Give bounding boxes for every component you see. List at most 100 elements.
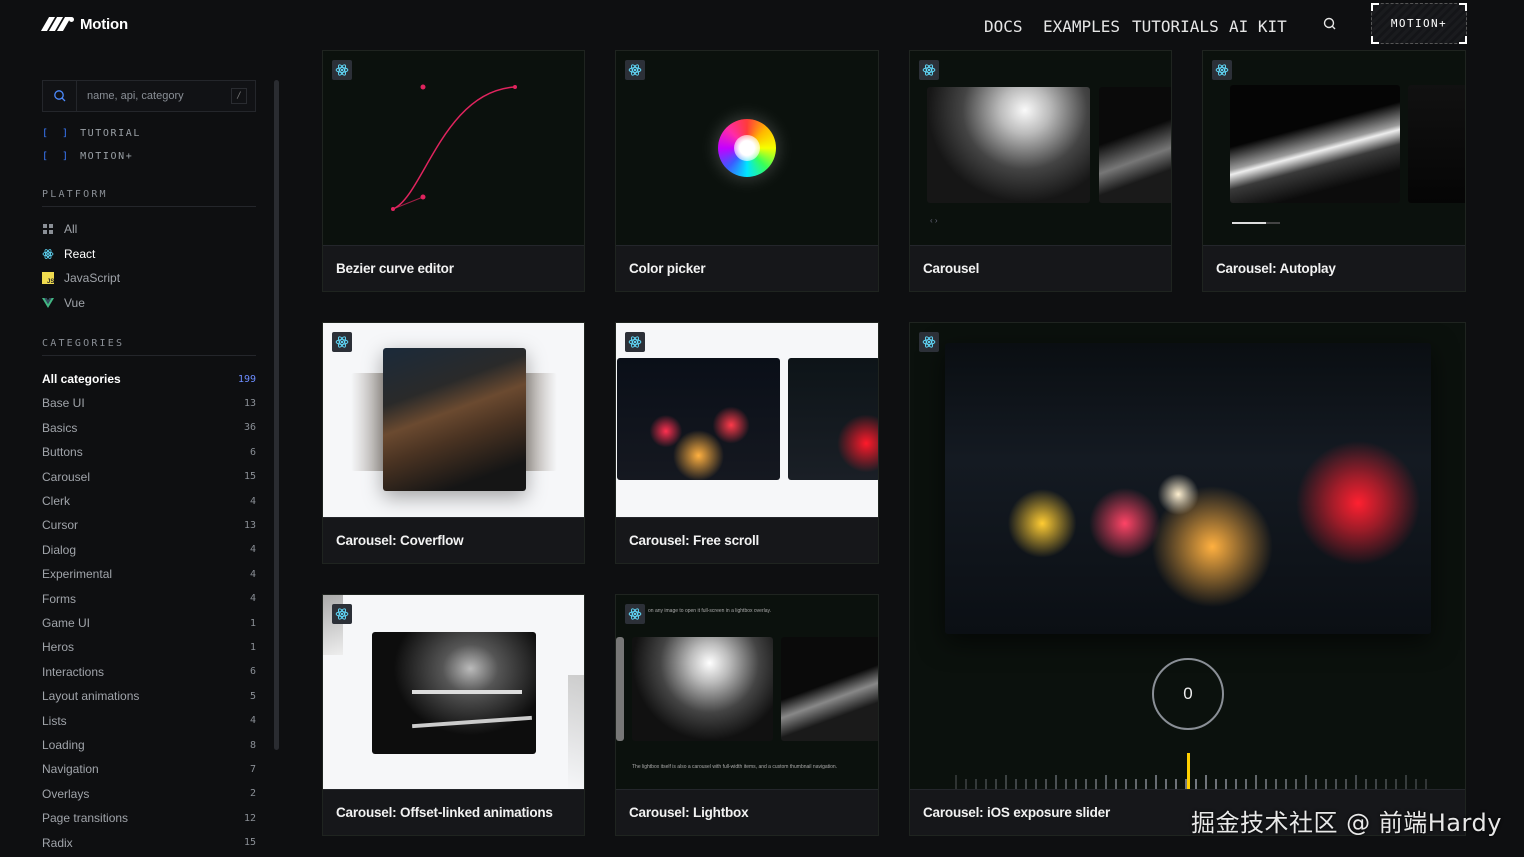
coverflow-photo: [383, 348, 526, 491]
category-count: 4: [249, 568, 256, 580]
card-preview: [616, 323, 878, 519]
search-box[interactable]: /: [42, 80, 256, 112]
category-label: Page transitions: [42, 811, 129, 826]
carousel-arrows[interactable]: ‹ ›: [930, 216, 938, 225]
card-title: Carousel: Offset-linked animations: [323, 789, 584, 835]
free-scroll-photo: [617, 358, 780, 480]
category-item[interactable]: Base UI 13: [42, 395, 256, 411]
category-item[interactable]: All categories 199: [42, 371, 256, 387]
vue-icon: [42, 297, 54, 309]
category-count: 6: [249, 666, 256, 678]
motion-plus-link-label: MOTION+: [80, 151, 134, 162]
card-carousel-coverflow[interactable]: Carousel: Coverflow: [322, 322, 585, 564]
lightbox-caption-bottom: The lightbox itself is also a carousel w…: [632, 764, 838, 770]
category-label: All categories: [42, 372, 121, 386]
categories-title: CATEGORIES: [42, 338, 256, 356]
category-label: Interactions: [42, 664, 105, 679]
category-count: 5: [249, 690, 256, 702]
category-item[interactable]: Forms 4: [42, 591, 256, 607]
category-count: 1: [249, 617, 256, 629]
category-count: 4: [249, 715, 256, 727]
category-label: Radix: [42, 835, 73, 850]
platform-label: React: [64, 247, 96, 261]
exposure-dial-value: 0: [1183, 684, 1193, 703]
card-carousel-autoplay[interactable]: Carousel: Autoplay: [1202, 50, 1466, 292]
top-header: Motion DOCS EXAMPLES TUTORIALS AI KIT MO…: [0, 0, 1524, 50]
category-item[interactable]: Loading 8: [42, 737, 256, 753]
react-icon: [332, 604, 352, 624]
card-preview: [1203, 51, 1465, 247]
category-label: Clerk: [42, 494, 71, 508]
motion-plus-link[interactable]: [ ] MOTION+: [42, 151, 133, 162]
carousel-photo: [927, 87, 1090, 203]
card-carousel-free-scroll[interactable]: Carousel: Free scroll: [615, 322, 879, 564]
react-icon: [919, 60, 939, 80]
platform-javascript[interactable]: JS JavaScript: [42, 270, 120, 286]
category-item[interactable]: Buttons 6: [42, 444, 256, 460]
category-count: 15: [243, 471, 256, 483]
card-title: Carousel: Lightbox: [616, 789, 878, 835]
exposure-dial[interactable]: 0: [1152, 658, 1224, 730]
card-color-picker[interactable]: Color picker: [615, 50, 879, 292]
offset-side-shape: [568, 675, 584, 791]
card-title: Bezier curve editor: [323, 245, 584, 291]
category-item[interactable]: Page transitions 12: [42, 810, 256, 826]
card-title: Color picker: [616, 245, 878, 291]
card-carousel-offset-linked-animations[interactable]: Carousel: Offset-linked animations: [322, 594, 585, 836]
motion-plus-label: MOTION+: [1390, 17, 1448, 30]
search-input[interactable]: [87, 90, 217, 102]
bezier-curve-graphic: [391, 84, 517, 211]
category-label: Lists: [42, 713, 67, 728]
nav-tutorials[interactable]: TUTORIALS: [1132, 17, 1219, 36]
sidebar-scrollbar[interactable]: [274, 80, 279, 750]
category-item[interactable]: Dialog 4: [42, 542, 256, 558]
category-item[interactable]: Lists 4: [42, 713, 256, 729]
color-wheel-icon: [718, 119, 776, 177]
category-item[interactable]: Basics 36: [42, 420, 256, 436]
card-title: Carousel: Autoplay: [1203, 245, 1465, 291]
card-title: Carousel: Free scroll: [616, 517, 878, 563]
platform-vue[interactable]: Vue: [42, 295, 85, 311]
sidebar: / [ ] TUTORIAL [ ] MOTION+ PLATFORM All Re…: [0, 50, 280, 857]
carousel-photo: [1408, 85, 1465, 203]
svg-text:JS: JS: [47, 279, 54, 284]
category-item[interactable]: Navigation 7: [42, 761, 256, 777]
category-label: Base UI: [42, 396, 85, 411]
category-item[interactable]: Layout animations 5: [42, 688, 256, 704]
category-label: Navigation: [42, 762, 99, 777]
search-icon[interactable]: [1322, 16, 1338, 32]
platform-all[interactable]: All: [42, 221, 77, 237]
category-item[interactable]: Interactions 6: [42, 664, 256, 680]
js-icon: JS: [42, 272, 54, 284]
bracket-icon: [ ]: [42, 128, 73, 139]
card-carousel[interactable]: ‹ › Carousel: [909, 50, 1172, 292]
nav-docs[interactable]: DOCS: [984, 17, 1023, 36]
lightbox-photo: [781, 637, 878, 741]
card-title: Carousel: Coverflow: [323, 517, 584, 563]
tutorial-link[interactable]: [ ] TUTORIAL: [42, 128, 141, 139]
nav-ai-kit[interactable]: AI KIT: [1229, 17, 1287, 36]
motion-logo-mark: [40, 17, 74, 31]
category-item[interactable]: Clerk 4: [42, 493, 256, 509]
motion-logo[interactable]: Motion: [40, 14, 128, 34]
card-carousel-ios-exposure-slider[interactable]: 0 Carousel: iOS exposure slider: [909, 322, 1466, 836]
nav-examples[interactable]: EXAMPLES: [1043, 17, 1120, 36]
category-label: Basics: [42, 420, 78, 435]
motion-plus-button[interactable]: MOTION+: [1371, 3, 1467, 44]
category-count: 6: [249, 446, 256, 458]
category-item[interactable]: Overlays 2: [42, 786, 256, 802]
category-label: Loading: [42, 738, 85, 752]
category-item[interactable]: Carousel 15: [42, 469, 256, 485]
card-carousel-lightbox[interactable]: on any image to open it full-screen in a…: [615, 594, 879, 836]
category-label: Layout animations: [42, 689, 140, 704]
free-scroll-photo: [788, 358, 878, 480]
category-item[interactable]: Experimental 4: [42, 566, 256, 582]
category-item[interactable]: Cursor 13: [42, 517, 256, 533]
react-icon: [332, 60, 352, 80]
card-bezier-curve-editor[interactable]: Bezier curve editor: [322, 50, 585, 292]
category-label: Dialog: [42, 542, 77, 557]
platform-react[interactable]: React: [42, 246, 95, 262]
category-item[interactable]: Game UI 1: [42, 615, 256, 631]
category-item[interactable]: Heros 1: [42, 639, 256, 655]
category-item[interactable]: Radix 15: [42, 835, 256, 851]
